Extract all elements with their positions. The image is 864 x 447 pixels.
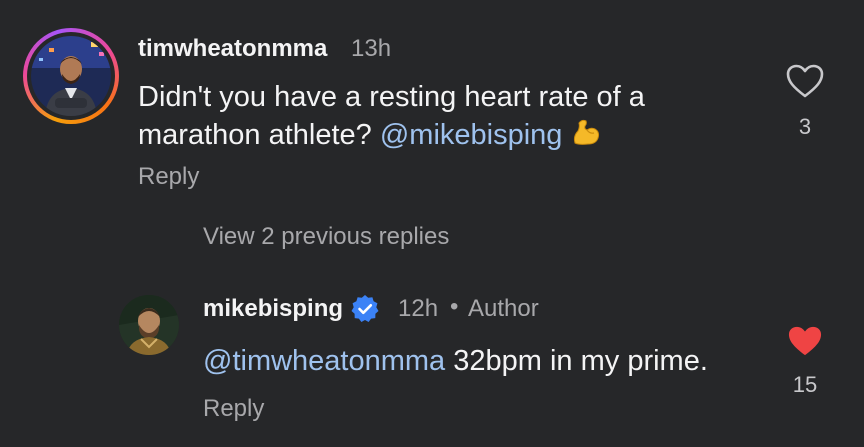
reply-timestamp: 12h bbox=[398, 295, 439, 322]
heart-filled-icon[interactable] bbox=[786, 324, 824, 363]
comment-text-line1: Didn't you have a resting heart rate of … bbox=[138, 81, 645, 113]
comment-timestamp: 13h bbox=[351, 35, 392, 62]
comment-reply-button[interactable]: Reply bbox=[138, 163, 199, 191]
comment-like-count: 3 bbox=[798, 114, 812, 139]
avatar-photo bbox=[31, 36, 111, 116]
reply-text-body: 32bpm in my prime. bbox=[453, 345, 708, 377]
heart-outline-icon[interactable] bbox=[785, 63, 825, 104]
reply-mention-link[interactable]: @timwheatonmma bbox=[203, 345, 445, 377]
flexed-biceps-icon bbox=[570, 116, 602, 158]
verified-badge-icon bbox=[350, 294, 380, 329]
comment-mention-link[interactable]: @mikebisping bbox=[380, 119, 563, 151]
comment-username[interactable]: timwheatonmma bbox=[138, 35, 327, 63]
reply-like-count: 15 bbox=[792, 372, 818, 397]
view-previous-replies-button[interactable]: View 2 previous replies bbox=[203, 223, 449, 251]
comment-text-line2: marathon athlete? bbox=[138, 119, 372, 151]
comments-thread: timwheatonmma 13h Didn't you have a rest… bbox=[0, 0, 864, 447]
avatar-mikebisping[interactable] bbox=[119, 295, 179, 355]
reply-text: @timwheatonmma 32bpm in my prime. bbox=[203, 342, 708, 380]
avatar-timwheatonmma[interactable] bbox=[23, 28, 119, 124]
comment-text: Didn't you have a resting heart rate of … bbox=[138, 78, 645, 158]
reply-username[interactable]: mikebisping bbox=[203, 295, 343, 323]
reply-reply-button[interactable]: Reply bbox=[203, 395, 264, 423]
reply-separator: • bbox=[450, 293, 459, 320]
author-label: Author bbox=[468, 295, 539, 322]
